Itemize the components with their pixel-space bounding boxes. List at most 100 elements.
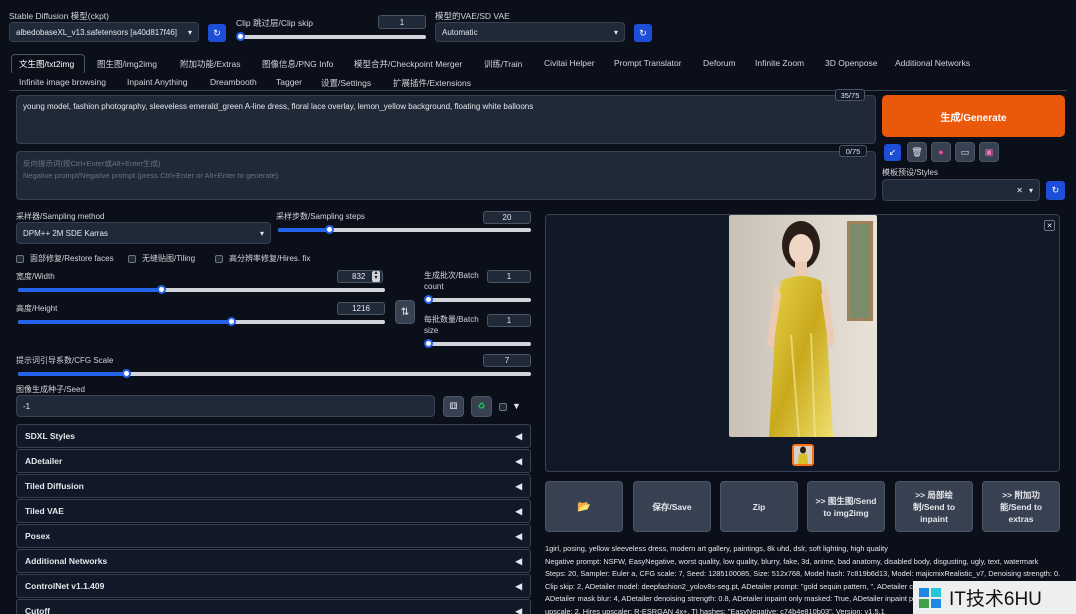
tab-deforum[interactable]: Deforum [703,58,736,68]
tiling-checkbox[interactable] [128,254,136,263]
accordion-tiled-diffusion[interactable]: Tiled Diffusion ◀ [16,474,531,498]
clip-skip-knob[interactable] [236,32,245,41]
tab-png-info[interactable]: 图像信息/PNG Info [262,58,333,70]
accordion-sdxl-styles[interactable]: SDXL Styles ◀ [16,424,531,448]
ckpt-dropdown[interactable]: albedobaseXL_v13.safetensors [a40d817f46… [9,22,199,42]
height-slider[interactable] [18,317,385,326]
tab-inpaint-anything[interactable]: Inpaint Anything [127,77,188,87]
tab-checkpoint-merger[interactable]: 模型合并/Checkpoint Merger [354,58,462,70]
tab-settings[interactable]: 设置/Settings [321,77,371,89]
negative-prompt-textarea[interactable]: 反向提示词(按Ctrl+Enter或Alt+Enter生成) Negative … [16,151,876,200]
tiling-option[interactable]: 无缝贴图/Tiling [128,253,195,264]
tab-txt2img[interactable]: 文生图/txt2img [19,58,74,70]
accordion-title: ControlNet v1.1.409 [25,581,105,591]
sampling-steps-input[interactable]: 20 [483,211,531,224]
swap-dimensions-button[interactable]: ⇅ [395,300,415,324]
refresh-ckpt-button[interactable]: ↻ [208,24,226,42]
tab-train[interactable]: 训练/Train [484,58,522,70]
zip-button[interactable]: Zip [720,481,798,532]
batch-count-slider[interactable] [424,295,531,304]
batch-size-slider[interactable] [424,339,531,348]
tiling-label: 无缝贴图/Tiling [142,254,196,263]
styles-dropdown[interactable]: ✕ ▾ [882,179,1040,201]
accordion-additional-networks[interactable]: Additional Networks ◀ [16,549,531,573]
send-to-inpaint-button[interactable]: >> 局部绘制/Send to inpaint [895,481,973,532]
chevron-down-icon: ▾ [187,27,192,37]
vae-dropdown[interactable]: Automatic ▾ [435,22,625,42]
save-style-button[interactable]: ▣ [979,142,999,162]
generated-image[interactable] [729,215,877,437]
clip-skip-slider[interactable] [236,32,426,41]
extra-seed-toggle-icon[interactable]: ▼ [512,401,521,411]
tab-3d-openpose[interactable]: 3D Openpose [825,58,877,68]
reuse-seed-button[interactable]: ♻ [471,396,492,417]
tab-dreambooth[interactable]: Dreambooth [210,77,257,87]
accordion-posex[interactable]: Posex ◀ [16,524,531,548]
cfg-scale-knob[interactable] [121,369,131,378]
sampling-steps-label: 采样步数/Sampling steps [276,212,365,221]
refresh-vae-button[interactable]: ↻ [634,24,652,42]
info-line: Steps: 20, Sampler: Euler a, CFG scale: … [545,569,1060,579]
sampling-steps-knob[interactable] [324,225,334,234]
accordion-tiled-vae[interactable]: Tiled VAE ◀ [16,499,531,523]
width-slider[interactable] [18,285,385,294]
cfg-scale-slider[interactable] [18,369,531,378]
clear-icon[interactable]: ✕ [1016,186,1023,195]
height-knob[interactable] [226,317,236,326]
sampling-method-dropdown[interactable]: DPM++ 2M SDE Karras ▾ [16,222,271,244]
width-stepper[interactable]: ▴ ▾ [372,270,380,282]
tab-tagger[interactable]: Tagger [276,77,302,87]
extra-seed-checkbox[interactable] [499,403,507,411]
accordion-cutoff[interactable]: Cutoff ◀ [16,599,531,614]
prompt-textarea[interactable]: young model, fashion photography, sleeve… [16,95,876,144]
tab-infinite-image-browsing[interactable]: Infinite image browsing [19,77,106,87]
open-folder-button[interactable]: 📂 [545,481,623,532]
close-icon[interactable]: ✕ [1044,220,1055,231]
styles-label: 模板预设/Styles [882,168,939,177]
ckpt-value: albedobaseXL_v13.safetensors [a40d817f46… [16,27,178,37]
clip-skip-input[interactable]: 1 [378,15,426,29]
batch-count-knob[interactable] [424,295,433,304]
tab-prompt-translator[interactable]: Prompt Translator [614,58,682,68]
send-to-extras-button[interactable]: >> 附加功能/Send to extras [982,481,1060,532]
seed-input[interactable]: -1 [16,395,435,417]
sampling-steps-slider[interactable] [278,225,531,234]
accordion-controlnet[interactable]: ControlNet v1.1.409 ◀ [16,574,531,598]
thumbnail[interactable] [792,444,814,466]
tab-additional-networks[interactable]: Additional Networks [895,58,970,68]
random-seed-button[interactable]: ⚅ [443,396,464,417]
swap-icon: ⇅ [400,306,410,318]
batch-count-input[interactable]: 1 [487,270,531,283]
clip-skip-label: Clip 跳过层/Clip skip [236,18,313,28]
tab-infinite-zoom[interactable]: Infinite Zoom [755,58,804,68]
tab-extensions[interactable]: 扩展插件/Extensions [393,77,471,89]
watermark-text: IT技术6HU [949,589,1042,610]
height-input[interactable]: 1216 [337,302,385,315]
tab-extras[interactable]: 附加功能/Extras [180,58,240,70]
extra-networks-button[interactable]: ● [931,142,951,162]
tab-img2img[interactable]: 图生图/img2img [97,58,157,70]
cfg-scale-input[interactable]: 7 [483,354,531,367]
accordion-title: SDXL Styles [25,431,75,441]
negative-placeholder-line1: 反向提示词(按Ctrl+Enter或Alt+Enter生成) [23,159,161,168]
width-knob[interactable] [157,285,167,294]
batch-size-label: 每批数量/Batch size [424,315,479,335]
save-button[interactable]: 保存/Save [633,481,711,532]
trash-button[interactable]: 🗑 [907,142,927,162]
generate-button[interactable]: 生成/Generate [882,95,1065,137]
read-params-button[interactable]: ↙ [884,144,901,161]
accordion-adetailer[interactable]: ADetailer ◀ [16,449,531,473]
tab-civitai-helper[interactable]: Civitai Helper [544,58,595,68]
restore-faces-option[interactable]: 面部修复/Restore faces [16,253,114,264]
hires-fix-checkbox[interactable] [215,254,223,263]
send-to-img2img-button[interactable]: >> 图生图/Send to img2img [807,481,885,532]
accordion-title: Tiled Diffusion [25,481,84,491]
clipboard-button[interactable]: ▭ [955,142,975,162]
restore-faces-checkbox[interactable] [16,254,24,263]
chevron-left-icon: ◀ [515,530,522,541]
accordion-title: Tiled VAE [25,506,64,516]
refresh-styles-button[interactable]: ↻ [1046,181,1065,200]
batch-size-input[interactable]: 1 [487,314,531,327]
batch-size-knob[interactable] [424,339,433,348]
hires-fix-option[interactable]: 高分辨率修复/Hires. fix [215,253,310,264]
